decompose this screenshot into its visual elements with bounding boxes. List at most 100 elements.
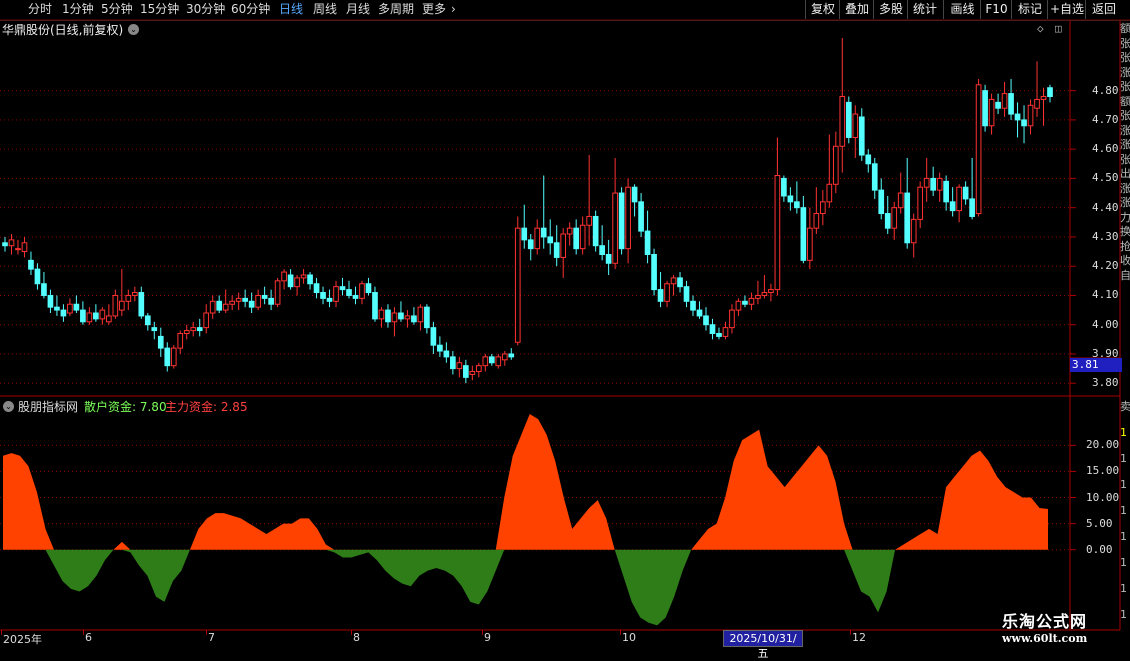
settings-diamond-icon[interactable]: ◇ [1037, 22, 1044, 35]
candle-body [67, 303, 73, 314]
candle [794, 181, 800, 214]
candle-body [294, 277, 300, 288]
panel-toggle-icon[interactable]: ◫ [1055, 22, 1062, 35]
candle [949, 187, 956, 217]
candle-body [962, 186, 969, 200]
candle [300, 269, 307, 284]
candle-body [930, 177, 937, 191]
candle-body [106, 315, 112, 323]
current-price-tag: 3.81 [1070, 358, 1122, 372]
price-tick-label: 4.60 [1092, 142, 1119, 156]
candle-body [125, 294, 132, 302]
candle-body [73, 303, 80, 311]
candle [469, 365, 476, 381]
candle [346, 280, 352, 299]
watermark-url: www.60lt.com [1002, 632, 1088, 645]
strip-char: 张 [1120, 51, 1130, 64]
candle-body [216, 300, 223, 311]
candle [333, 280, 339, 308]
candle [696, 301, 703, 319]
candle [404, 310, 411, 328]
candle-body [411, 315, 417, 323]
candle-body [15, 248, 21, 251]
candle-body [456, 362, 463, 370]
candle-body [943, 180, 949, 203]
candle-body [839, 96, 846, 147]
candle [365, 277, 372, 296]
candle-body [2, 242, 8, 247]
candle [106, 304, 112, 325]
candle [722, 321, 729, 340]
candle [495, 353, 502, 369]
candle [683, 280, 690, 308]
candle-body [975, 84, 982, 215]
candle-body [307, 274, 313, 285]
candle [203, 304, 210, 334]
candle-body [878, 189, 885, 215]
candle-body [768, 289, 774, 294]
candle [307, 272, 313, 290]
candle [209, 295, 216, 319]
candle-body [86, 312, 93, 323]
strip-char: 张 [1120, 36, 1130, 50]
candle [430, 321, 437, 354]
candle [1014, 102, 1021, 138]
candle [443, 342, 450, 363]
candle [190, 321, 197, 337]
candle-body [93, 312, 99, 320]
candle [287, 269, 294, 290]
candle-body [592, 215, 599, 247]
candle [527, 234, 534, 261]
candle [54, 295, 60, 316]
date-label: 7 [208, 631, 215, 644]
candle-body [1021, 119, 1027, 127]
candle-body [47, 294, 54, 308]
candle-body [398, 312, 404, 320]
candle-body [527, 239, 534, 250]
date-tick [850, 630, 851, 635]
candle-body [547, 236, 554, 244]
strip-char: 张 [1120, 152, 1130, 166]
price-tick-label: 4.20 [1092, 259, 1119, 273]
strip-char: 1 [1120, 478, 1127, 491]
candle-body [118, 300, 125, 311]
strip-char: 1 [1120, 426, 1127, 439]
candle [599, 225, 605, 261]
candle [579, 216, 586, 255]
candle-body [196, 327, 203, 332]
price-tick-label: 4.30 [1092, 229, 1119, 243]
candle [514, 216, 521, 346]
candle-body [352, 294, 359, 299]
indicator-tick-label: 10.00 [1086, 490, 1120, 504]
candle-body [242, 297, 248, 302]
candle [884, 195, 891, 235]
indicator-dropdown-icon[interactable]: ⌄ [3, 401, 14, 412]
date-label: 8 [353, 631, 360, 644]
candle [8, 234, 15, 255]
candle-body [80, 309, 86, 323]
candle [962, 181, 969, 205]
indicator-name: 股朋指标网 [18, 400, 79, 414]
candle-body [424, 306, 430, 329]
candle-body [904, 192, 911, 244]
strip-char: 额 [1120, 22, 1130, 35]
candle-body [437, 344, 443, 352]
strip-char: 额 [1120, 94, 1130, 108]
candle-body [346, 289, 352, 296]
candle-body [514, 227, 521, 343]
candle [47, 289, 54, 314]
strip-char: 涨 [1120, 123, 1130, 137]
candle-body [359, 283, 365, 299]
candle [534, 219, 541, 255]
strip-char: 卖 [1120, 400, 1130, 413]
candle [897, 172, 904, 214]
candle-body [716, 332, 722, 337]
strip-char: 1 [1120, 582, 1127, 595]
candle-body [248, 300, 255, 308]
candle-body [761, 292, 768, 296]
candle [73, 295, 80, 314]
candle-body [696, 309, 703, 317]
candle-body [787, 195, 794, 203]
candle-body [917, 186, 924, 220]
candle-body [781, 177, 787, 197]
